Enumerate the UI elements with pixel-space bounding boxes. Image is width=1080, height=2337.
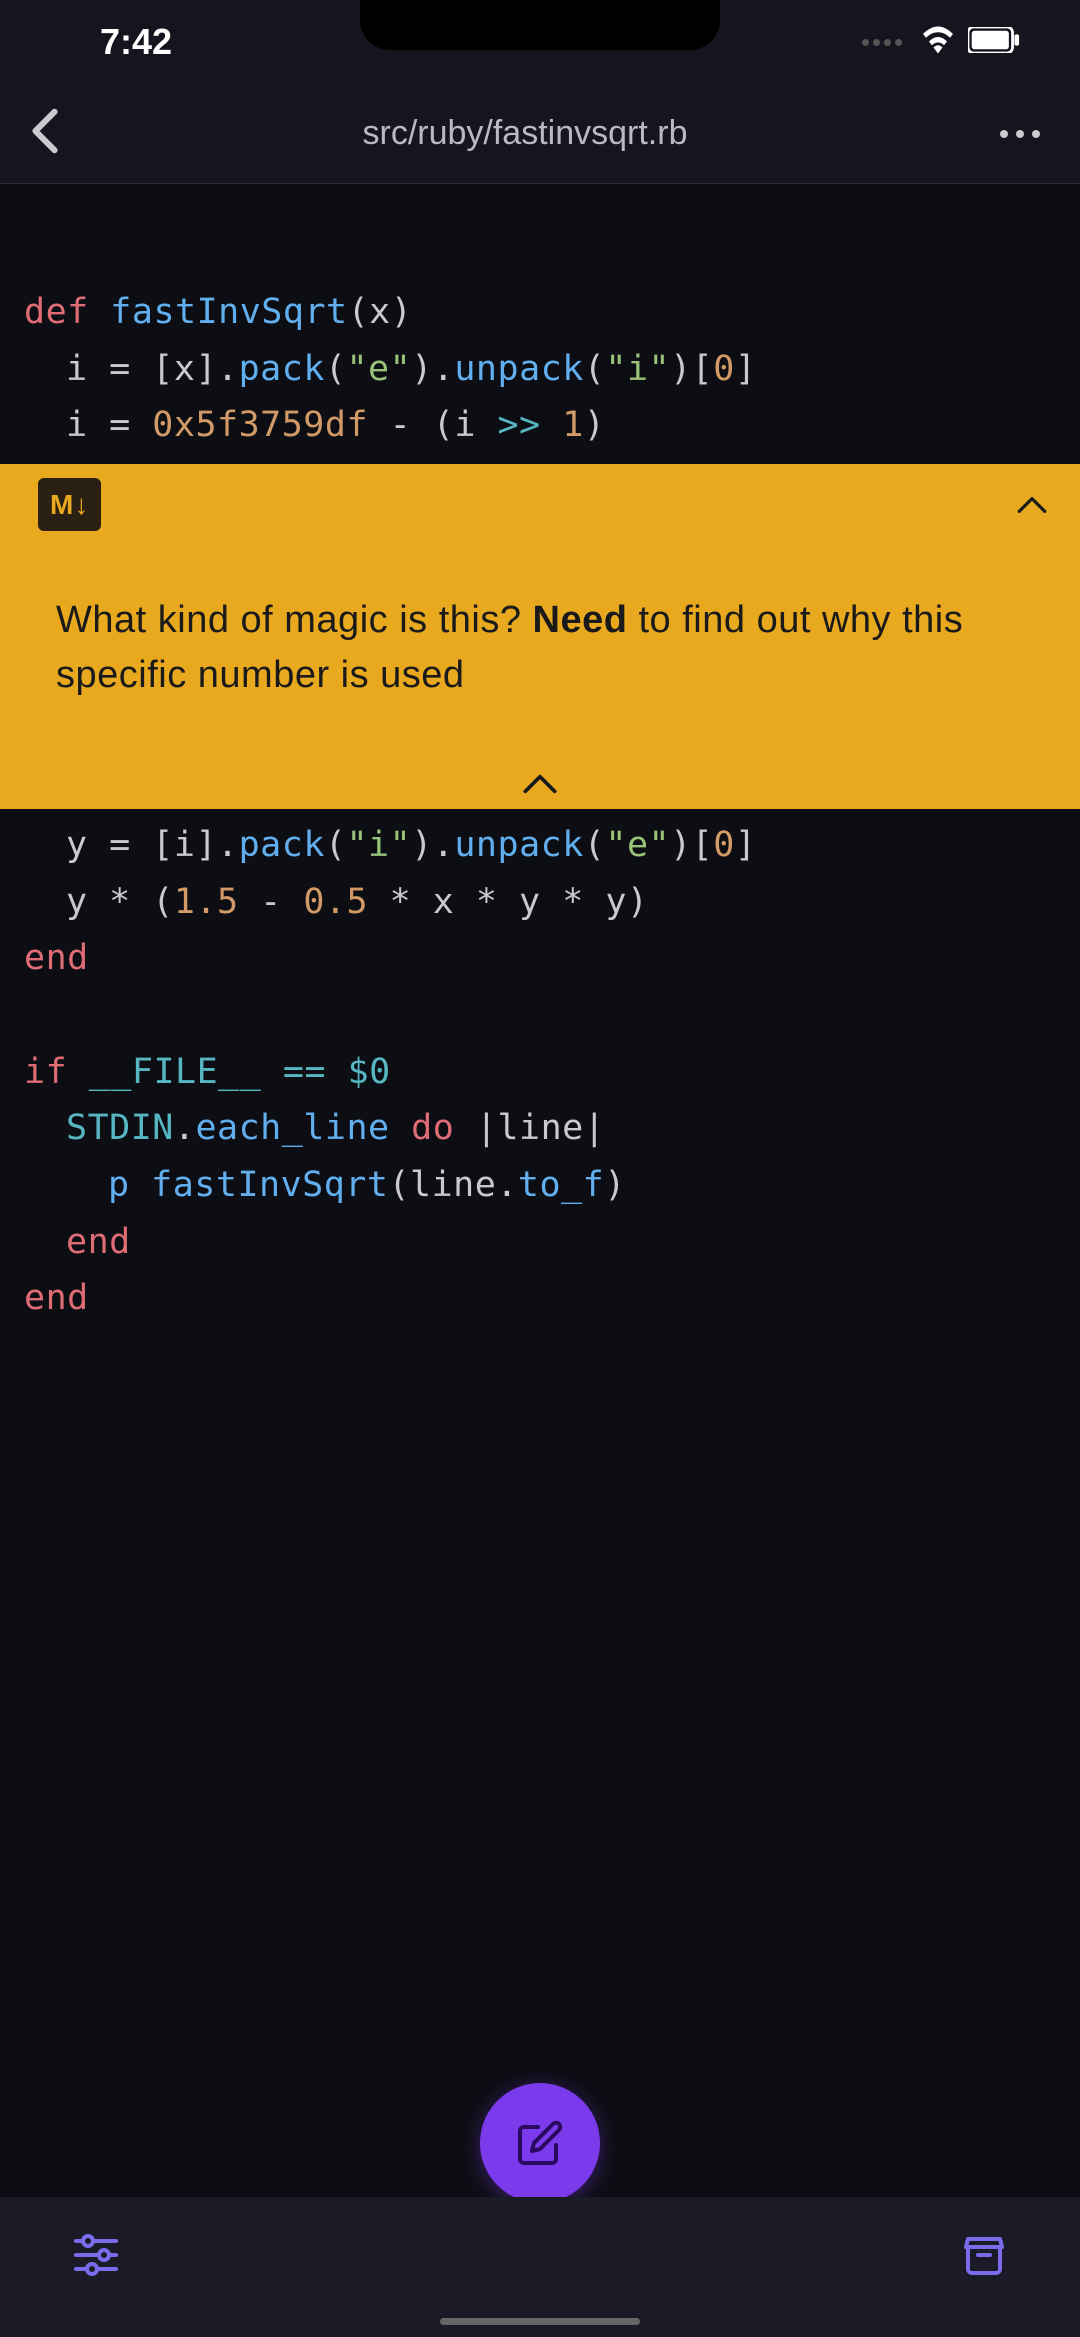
code-line: end (24, 930, 1056, 987)
comment-banner[interactable]: M↓ What kind of magic is this? Need to f… (0, 464, 1080, 809)
battery-icon (968, 27, 1020, 58)
status-bar: 7:42 (0, 0, 1080, 84)
markdown-badge: M↓ (38, 478, 101, 531)
code-line: p fastInvSqrt(line.to_f) (24, 1157, 1056, 1214)
code-line: i = 0x5f3759df - (i >> 1) (24, 397, 1056, 454)
back-button[interactable] (30, 107, 60, 160)
banner-header: M↓ (0, 464, 1080, 545)
archive-button[interactable] (960, 2233, 1008, 2282)
file-path-title: src/ruby/fastinvsqrt.rb (363, 114, 688, 153)
code-line: def fastInvSqrt(x) (24, 284, 1056, 341)
bottom-toolbar (0, 2197, 1080, 2337)
code-line: y * (1.5 - 0.5 * x * y * y) (24, 874, 1056, 931)
code-line: i = [x].pack("e").unpack("i")[0] (24, 341, 1056, 398)
app-header: src/ruby/fastinvsqrt.rb (0, 84, 1080, 184)
comment-text: What kind of magic is this? Need to find… (0, 545, 1080, 773)
signal-dots (862, 39, 902, 46)
collapse-chevron-icon[interactable] (1016, 476, 1048, 533)
home-indicator[interactable] (440, 2318, 640, 2325)
code-editor[interactable]: def fastInvSqrt(x) i = [x].pack("e").unp… (0, 184, 1080, 1327)
code-line: end (24, 1214, 1056, 1271)
code-line: end (24, 1270, 1056, 1327)
code-line: STDIN.each_line do |line| (24, 1100, 1056, 1157)
more-options-button[interactable] (990, 120, 1050, 148)
edit-fab-button[interactable] (480, 2083, 600, 2203)
status-time: 7:42 (100, 21, 172, 63)
settings-sliders-button[interactable] (72, 2233, 120, 2282)
wifi-icon (920, 26, 956, 59)
banner-footer-chevron-icon[interactable] (0, 773, 1080, 809)
status-icons (862, 26, 1020, 59)
code-line (24, 987, 1056, 1044)
code-line: y = [i].pack("i").unpack("e")[0] (24, 817, 1056, 874)
notch (360, 0, 720, 50)
code-line: if __FILE__ == $0 (24, 1044, 1056, 1101)
